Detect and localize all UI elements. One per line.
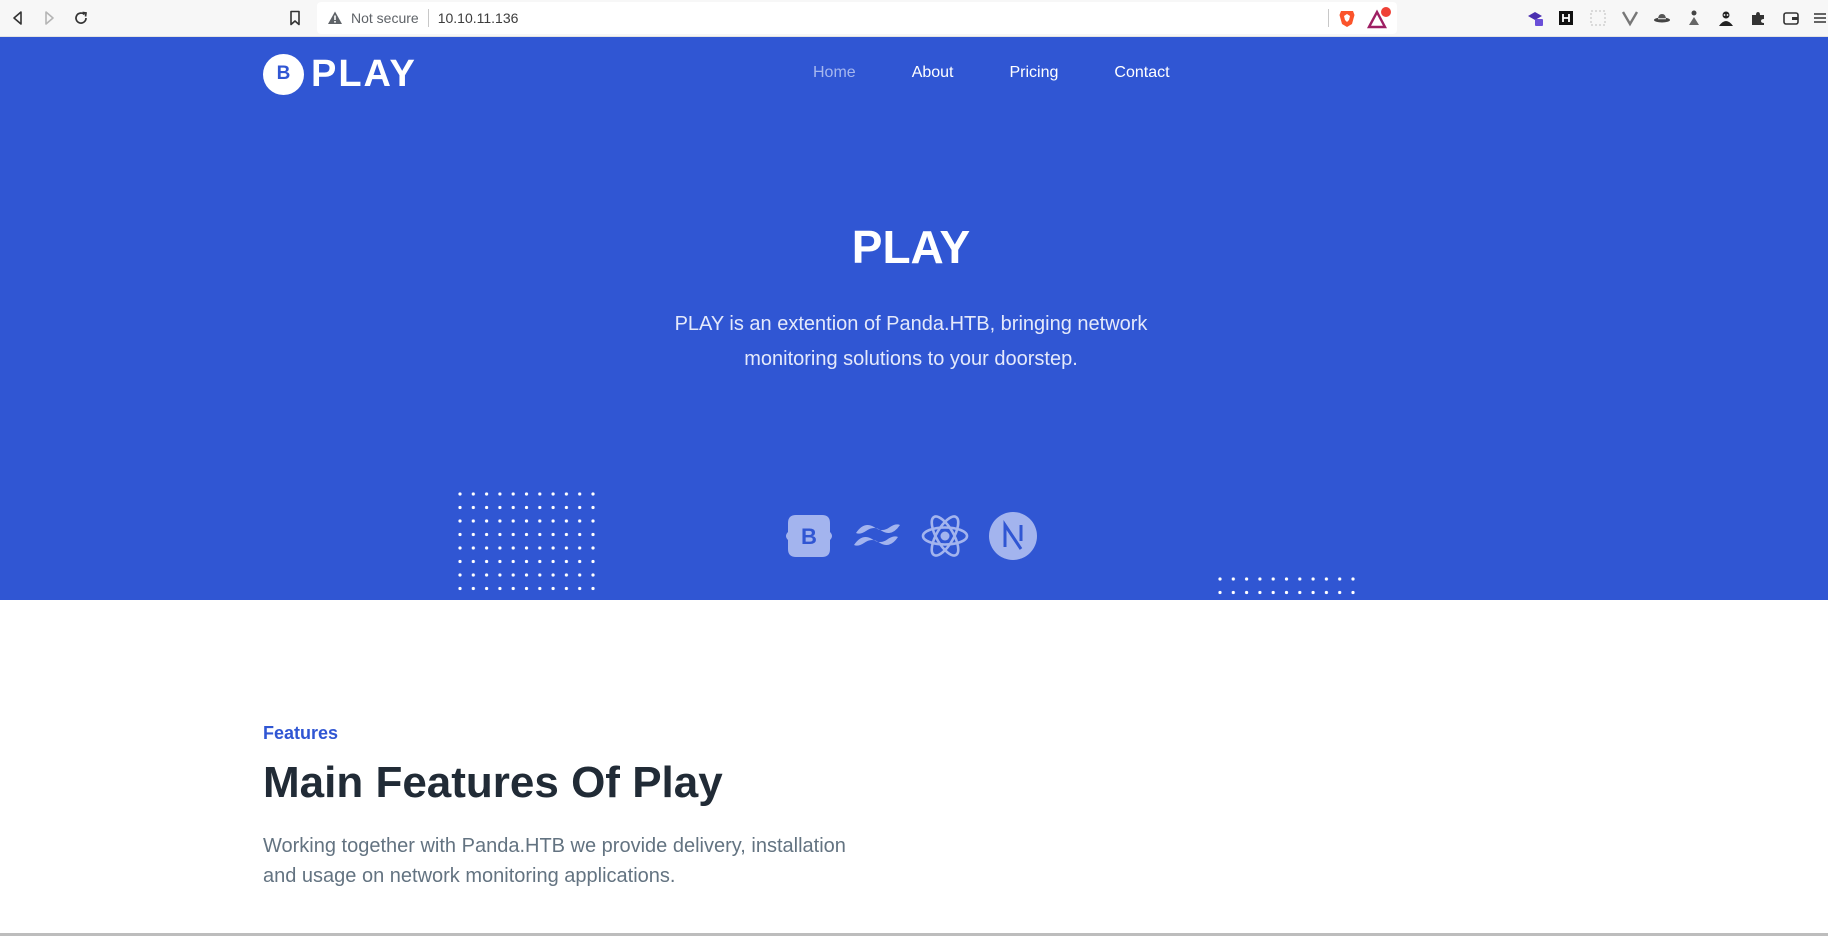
hat-icon <box>1654 14 1670 23</box>
nav-link-contact[interactable]: Contact <box>1114 64 1169 82</box>
features-title: Main Features Of Play <box>263 758 723 807</box>
hamburger-icon <box>1814 13 1826 23</box>
reload-button[interactable] <box>68 5 94 31</box>
security-indicator[interactable]: Not secure <box>351 10 419 26</box>
main-navigation: Home About Pricing Contact <box>813 64 1226 82</box>
extension-spy[interactable] <box>1716 8 1736 28</box>
bookmark-icon <box>290 10 300 26</box>
figure-icon <box>1689 10 1699 25</box>
back-button[interactable] <box>5 5 31 31</box>
browser-toolbar: Not secure 10.10.11.136 <box>0 0 1828 37</box>
nextjs-icon <box>988 511 1038 561</box>
extension-stack[interactable] <box>1525 8 1545 28</box>
brave-shields-icon[interactable] <box>1337 8 1357 28</box>
url-separator <box>427 9 429 27</box>
extensions-area <box>1508 0 1828 37</box>
nav-link-about[interactable]: About <box>912 64 954 82</box>
address-bar[interactable]: Not secure 10.10.11.136 <box>317 2 1397 34</box>
wallet-icon <box>1783 12 1799 25</box>
menu-button[interactable] <box>1810 8 1828 28</box>
address-divider <box>1328 9 1329 27</box>
url-text[interactable]: 10.10.11.136 <box>438 10 519 26</box>
extension-hackbar[interactable] <box>1556 8 1576 28</box>
brave-rewards-icon[interactable] <box>1367 7 1391 29</box>
svg-text:B: B <box>801 524 817 549</box>
dot-pattern-left <box>458 492 596 600</box>
chevron-v-icon <box>1621 11 1639 27</box>
hero-title: PLAY <box>851 221 971 273</box>
stack-icon <box>1528 12 1543 26</box>
dot-pattern-right <box>1218 577 1356 600</box>
hero-subtitle: PLAY is an extention of Panda.HTB, bring… <box>674 313 1148 370</box>
site-logo[interactable]: B PLAY <box>263 52 417 95</box>
back-icon <box>13 11 22 25</box>
hero-section: B PLAY Home About Pricing Contact PLAY P… <box>0 37 1828 600</box>
extension-grid[interactable] <box>1588 8 1608 28</box>
forward-button[interactable] <box>36 5 62 31</box>
extension-hat[interactable] <box>1652 8 1672 28</box>
nav-link-pricing[interactable]: Pricing <box>1010 64 1059 82</box>
tech-stack: B <box>784 511 1038 561</box>
wallet-button[interactable] <box>1781 8 1801 28</box>
bootstrap-icon: B <box>784 511 834 561</box>
features-tag: Features <box>263 723 339 743</box>
tailwind-icon <box>852 511 902 561</box>
reload-icon <box>75 11 87 24</box>
forward-icon <box>45 11 54 25</box>
react-icon <box>920 511 970 561</box>
h-square-icon <box>1559 11 1573 25</box>
extension-pirate[interactable] <box>1684 8 1704 28</box>
spy-icon <box>1719 11 1733 26</box>
features-description: Working together with Panda.HTB we provi… <box>263 835 846 887</box>
grid-icon <box>1590 10 1606 26</box>
logo-letter: B <box>276 63 291 84</box>
logo-text: PLAY <box>311 52 417 95</box>
extension-wappalyzer[interactable] <box>1620 8 1640 28</box>
puzzle-icon <box>1752 12 1764 25</box>
bookmark-button[interactable] <box>282 5 308 31</box>
logo-mark-icon: B <box>263 53 304 95</box>
warning-icon <box>328 11 342 24</box>
nav-link-home[interactable]: Home <box>813 64 856 82</box>
extensions-button[interactable] <box>1748 8 1768 28</box>
